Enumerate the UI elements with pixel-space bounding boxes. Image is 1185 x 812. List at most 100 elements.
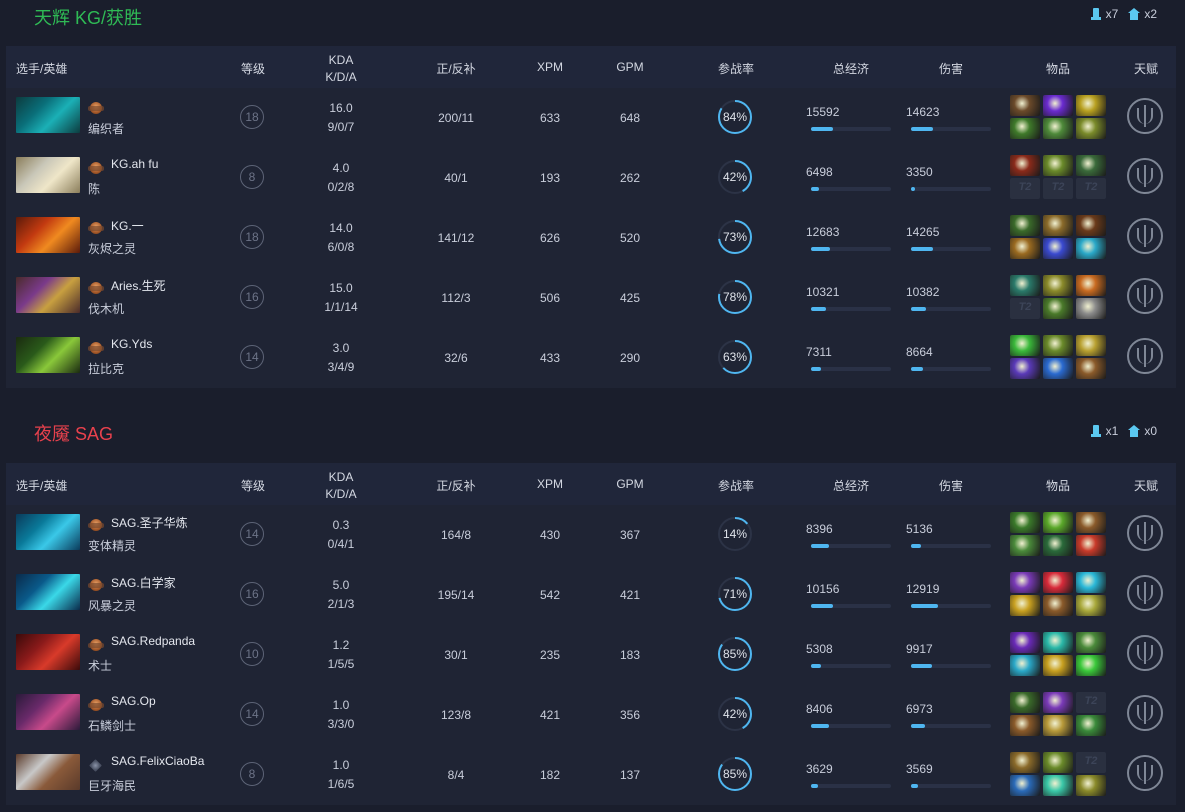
item-icon[interactable]	[1043, 512, 1073, 533]
player-name[interactable]: SAG.圣子华炼	[111, 514, 188, 531]
item-icon[interactable]	[1076, 535, 1106, 556]
item-icon[interactable]	[1076, 655, 1106, 676]
hero-portrait[interactable]	[16, 574, 80, 610]
player-name[interactable]: KG.一	[111, 217, 144, 234]
item-icon[interactable]	[1043, 595, 1073, 616]
item-icon[interactable]	[1076, 358, 1106, 379]
header-level[interactable]: 等级	[223, 477, 283, 494]
header-xpm[interactable]: XPM	[520, 60, 580, 74]
item-icon[interactable]	[1076, 775, 1106, 796]
player-name[interactable]: SAG.白学家	[111, 574, 176, 591]
hero-portrait[interactable]	[16, 157, 80, 193]
item-icon[interactable]	[1043, 775, 1073, 796]
item-icon[interactable]	[1010, 572, 1040, 593]
item-icon[interactable]	[1043, 238, 1073, 259]
item-icon[interactable]	[1076, 95, 1106, 116]
player-name[interactable]: SAG.Redpanda	[111, 634, 195, 648]
item-icon[interactable]	[1076, 572, 1106, 593]
item-icon[interactable]	[1010, 655, 1040, 676]
talent-tree-icon[interactable]	[1127, 575, 1163, 611]
header-player[interactable]: 选手/英雄	[16, 60, 67, 77]
item-icon[interactable]	[1043, 275, 1073, 296]
hero-portrait[interactable]	[16, 97, 80, 133]
header-kda[interactable]: KDA K/D/A	[306, 52, 376, 86]
item-icon[interactable]	[1043, 535, 1073, 556]
item-icon[interactable]	[1043, 715, 1073, 736]
item-icon[interactable]	[1010, 632, 1040, 653]
talent-tree-icon[interactable]	[1127, 338, 1163, 374]
item-icon[interactable]	[1043, 358, 1073, 379]
item-icon[interactable]	[1076, 298, 1106, 319]
item-icon[interactable]	[1010, 358, 1040, 379]
header-gpm[interactable]: GPM	[600, 477, 660, 491]
item-icon[interactable]	[1010, 775, 1040, 796]
header-kda[interactable]: KDA K/D/A	[306, 469, 376, 503]
item-icon[interactable]	[1010, 155, 1040, 176]
item-icon[interactable]	[1010, 752, 1040, 773]
item-icon[interactable]	[1010, 692, 1040, 713]
player-name[interactable]: Aries.生死	[111, 277, 166, 294]
header-xpm[interactable]: XPM	[520, 477, 580, 491]
player-name[interactable]: KG.Yds	[111, 337, 152, 351]
item-icon[interactable]	[1043, 298, 1073, 319]
item-icon[interactable]	[1010, 535, 1040, 556]
talent-tree-icon[interactable]	[1127, 755, 1163, 791]
item-icon[interactable]	[1076, 335, 1106, 356]
item-icon[interactable]	[1043, 215, 1073, 236]
player-name[interactable]: SAG.FelixCiaoBa	[111, 754, 204, 768]
item-icon[interactable]	[1043, 118, 1073, 139]
player-row[interactable]: KG.Yds 拉比克 14 3.0 3/4/9 32/6 433 290 63% 7311 8664	[6, 328, 1176, 388]
item-icon[interactable]	[1010, 95, 1040, 116]
item-icon[interactable]	[1010, 275, 1040, 296]
hero-portrait[interactable]	[16, 277, 80, 313]
header-player[interactable]: 选手/英雄	[16, 477, 67, 494]
header-lasthits[interactable]: 正/反补	[416, 60, 496, 77]
item-icon[interactable]	[1043, 632, 1073, 653]
player-row[interactable]: Aries.生死 伐木机 16 15.0 1/1/14 112/3 506 425 78% 103…	[6, 268, 1176, 328]
header-damage[interactable]: 伤害	[906, 477, 996, 494]
hero-portrait[interactable]	[16, 514, 80, 550]
header-participation[interactable]: 参战率	[696, 60, 776, 77]
hero-portrait[interactable]	[16, 337, 80, 373]
player-row[interactable]: SAG.Op 石鳞剑士 14 1.0 3/3/0 123/8 421 356 42% 8406 69…	[6, 685, 1176, 745]
item-icon[interactable]	[1010, 118, 1040, 139]
item-icon[interactable]	[1076, 512, 1106, 533]
player-row[interactable]: 编织者 18 16.0 9/0/7 200/11 633 648 84% 15592 14623	[6, 88, 1176, 148]
item-icon[interactable]	[1076, 215, 1106, 236]
item-icon[interactable]	[1010, 335, 1040, 356]
player-row[interactable]: SAG.圣子华炼 变体精灵 14 0.3 0/4/1 164/8 430 367 14% 8396…	[6, 505, 1176, 565]
talent-tree-icon[interactable]	[1127, 218, 1163, 254]
talent-tree-icon[interactable]	[1127, 515, 1163, 551]
player-row[interactable]: KG.ah fu 陈 8 4.0 0/2/8 40/1 193 262 42% 6498 3350	[6, 148, 1176, 208]
header-lasthits[interactable]: 正/反补	[416, 477, 496, 494]
hero-portrait[interactable]	[16, 694, 80, 730]
item-icon[interactable]	[1010, 715, 1040, 736]
header-items[interactable]: 物品	[1016, 60, 1100, 77]
player-name[interactable]: KG.ah fu	[111, 157, 158, 171]
talent-tree-icon[interactable]	[1127, 158, 1163, 194]
item-icon[interactable]	[1010, 512, 1040, 533]
header-participation[interactable]: 参战率	[696, 477, 776, 494]
player-row[interactable]: SAG.Redpanda 术士 10 1.2 1/5/5 30/1 235 183 85% 530…	[6, 625, 1176, 685]
header-talent[interactable]: 天赋	[1116, 477, 1176, 494]
item-icon[interactable]	[1076, 632, 1106, 653]
item-icon[interactable]	[1076, 595, 1106, 616]
header-networth[interactable]: 总经济	[806, 477, 896, 494]
header-talent[interactable]: 天赋	[1116, 60, 1176, 77]
player-name[interactable]: SAG.Op	[111, 694, 156, 708]
player-row[interactable]: SAG.FelixCiaoBa 巨牙海民 8 1.0 1/6/5 8/4 182 137 85%…	[6, 745, 1176, 805]
item-icon[interactable]	[1010, 238, 1040, 259]
item-icon[interactable]	[1043, 155, 1073, 176]
item-icon[interactable]	[1010, 215, 1040, 236]
item-icon[interactable]	[1076, 275, 1106, 296]
item-icon[interactable]	[1076, 155, 1106, 176]
talent-tree-icon[interactable]	[1127, 98, 1163, 134]
header-gpm[interactable]: GPM	[600, 60, 660, 74]
item-icon[interactable]	[1010, 595, 1040, 616]
item-icon[interactable]	[1043, 655, 1073, 676]
talent-tree-icon[interactable]	[1127, 278, 1163, 314]
item-icon[interactable]	[1043, 572, 1073, 593]
header-items[interactable]: 物品	[1016, 477, 1100, 494]
talent-tree-icon[interactable]	[1127, 635, 1163, 671]
talent-tree-icon[interactable]	[1127, 695, 1163, 731]
